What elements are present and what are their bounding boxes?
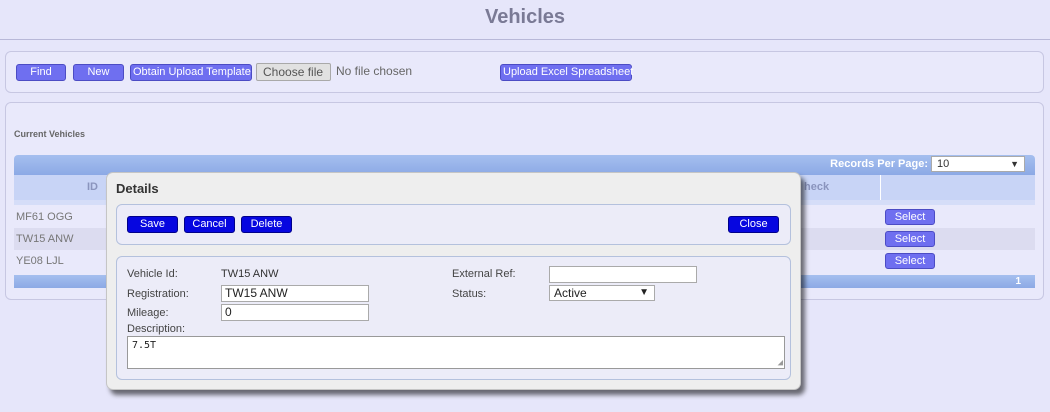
vehicle-id-label: Vehicle Id: xyxy=(127,268,178,280)
close-button[interactable]: Close xyxy=(728,216,779,233)
status-value: Active xyxy=(554,286,587,300)
resize-handle-icon[interactable]: ◢ xyxy=(778,359,783,368)
description-value: 7.5T xyxy=(132,340,157,351)
records-per-page-label: Records Per Page: xyxy=(830,158,928,170)
registration-label: Registration: xyxy=(127,288,189,300)
select-button[interactable]: Select xyxy=(885,209,935,225)
registration-input[interactable]: TW15 ANW xyxy=(221,285,369,302)
dialog-form: Vehicle Id: TW15 ANW Registration: TW15 … xyxy=(116,256,791,380)
external-ref-input[interactable] xyxy=(549,266,697,283)
column-header-check[interactable]: heck xyxy=(804,181,829,193)
mileage-input[interactable]: 0 xyxy=(221,304,369,321)
details-dialog: Details Save Cancel Delete Close Vehicle… xyxy=(106,172,801,390)
description-textarea[interactable]: 7.5T ◢ xyxy=(127,336,785,369)
row-registration: MF61 OGG xyxy=(16,211,73,223)
external-ref-label: External Ref: xyxy=(452,268,516,280)
upload-excel-spreadsheet-button[interactable]: Upload Excel Spreadsheet xyxy=(500,64,633,81)
page-title: Vehicles xyxy=(0,0,1050,40)
column-header-id[interactable]: ID xyxy=(87,181,98,193)
description-label: Description: xyxy=(127,323,186,335)
page-number[interactable]: 1 xyxy=(1015,276,1021,287)
chevron-down-icon: ▼ xyxy=(1010,159,1019,169)
section-title: Current Vehicles xyxy=(14,129,86,139)
records-per-page-select[interactable]: 10 ▼ xyxy=(931,156,1025,172)
dialog-title: Details xyxy=(116,181,159,196)
find-button[interactable]: Find xyxy=(16,64,66,81)
no-file-chosen-text: No file chosen xyxy=(336,64,413,78)
row-registration: YE08 LJL xyxy=(16,255,64,267)
mileage-label: Mileage: xyxy=(127,307,169,319)
obtain-upload-template-button[interactable]: Obtain Upload Template xyxy=(130,64,252,81)
records-per-page-value: 10 xyxy=(937,158,950,170)
status-select[interactable]: Active ▼ xyxy=(549,285,655,301)
status-label: Status: xyxy=(452,288,487,300)
toolbar-panel: Find New Obtain Upload Template Choose f… xyxy=(5,51,1044,93)
dialog-button-bar: Save Cancel Delete Close xyxy=(116,204,791,245)
column-divider xyxy=(880,175,881,200)
delete-button[interactable]: Delete xyxy=(241,216,292,233)
cancel-button[interactable]: Cancel xyxy=(184,216,235,233)
select-button[interactable]: Select xyxy=(885,231,935,247)
save-button[interactable]: Save xyxy=(127,216,178,233)
row-registration: TW15 ANW xyxy=(16,233,74,245)
chevron-down-icon: ▼ xyxy=(639,287,649,298)
choose-file-button[interactable]: Choose file xyxy=(256,63,331,81)
new-button[interactable]: New xyxy=(73,64,124,81)
vehicle-id-value: TW15 ANW xyxy=(221,268,279,280)
select-button[interactable]: Select xyxy=(885,253,935,269)
